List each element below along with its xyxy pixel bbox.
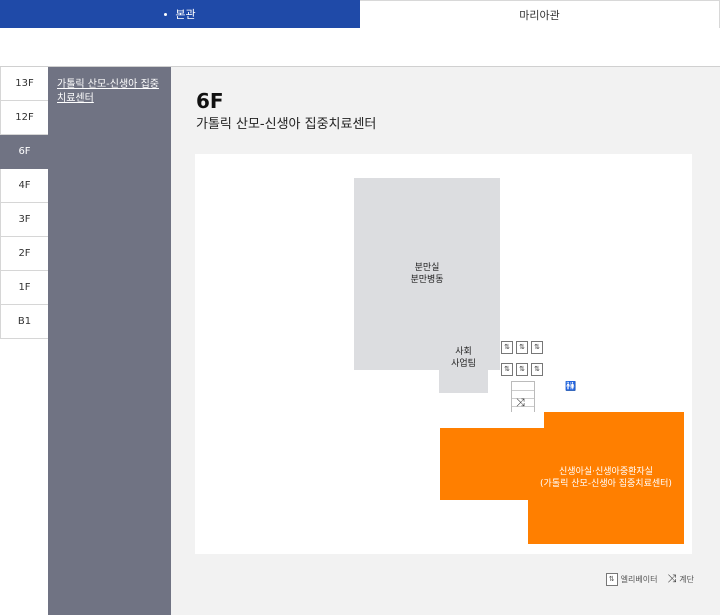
floor-subtitle: 가톨릭 산모-신생아 집중치료센터	[196, 117, 377, 132]
building-tabs: 본관 마리아관	[0, 0, 720, 28]
floor-title: 6F	[196, 89, 224, 113]
map-legend: ⇅ 엘리베이터 ⤨ 계단	[596, 572, 694, 586]
elevator-icon: ⇅	[531, 341, 543, 354]
floor-list: 13F 12F 6F 4F 3F 2F 1F B1	[0, 67, 48, 339]
elevator-icon: ⇅	[516, 341, 528, 354]
floor-item-13f[interactable]: 13F	[0, 67, 48, 101]
tab-maria-building[interactable]: 마리아관	[360, 0, 720, 28]
active-dot-icon	[164, 12, 168, 16]
legend-stairs: ⤨ 계단	[667, 572, 694, 586]
room-social-work[interactable]: 사회 사업팀	[439, 323, 488, 393]
room-social-label-2: 사업팀	[451, 359, 476, 369]
stairs-icon: ⤨	[516, 396, 525, 409]
room-nicu-label-2: (가톨릭 산모-신생아 집중치료센터)	[540, 479, 672, 489]
elevator-icon: ⇅	[531, 363, 543, 376]
department-link-maternal-neonatal[interactable]: 가톨릭 산모-신생아 집중치료센터	[57, 78, 162, 106]
floor-guide: 13F 12F 6F 4F 3F 2F 1F B1 가톨릭 산모-신생아 집중치…	[0, 66, 720, 615]
tab-main-building[interactable]: 본관	[0, 0, 360, 28]
legend-elevator-label: 엘리베이터	[620, 574, 658, 584]
floor-item-b1[interactable]: B1	[0, 305, 48, 339]
elevator-icon: ⇅	[501, 341, 513, 354]
floor-map: 분만실 분만병동 사회 사업팀 ⇅ ⇅ ⇅ ⇅ ⇅ ⇅ ⤨ 🚻 신생아실·신생아…	[195, 154, 692, 554]
room-delivery-label-2: 분만병동	[410, 275, 444, 285]
department-menu: 가톨릭 산모-신생아 집중치료센터	[48, 67, 171, 615]
map-notch	[440, 412, 544, 428]
floor-item-2f[interactable]: 2F	[0, 237, 48, 271]
tab-main-label: 본관	[175, 8, 196, 21]
room-nicu-label-1: 신생아실·신생아중환자실	[559, 467, 653, 477]
elevator-icon: ⇅	[501, 363, 513, 376]
floor-item-3f[interactable]: 3F	[0, 203, 48, 237]
room-social-label-1: 사회	[455, 347, 472, 357]
stair-step	[512, 390, 534, 391]
room-delivery-label-1: 분만실	[414, 263, 440, 273]
elevator-icon: ⇅	[605, 572, 618, 586]
restroom-icon: 🚻	[565, 382, 577, 392]
floor-content: 6F 가톨릭 산모-신생아 집중치료센터 분만실 분만병동 사회 사업팀 ⇅ ⇅…	[171, 67, 720, 615]
legend-elevator: ⇅ 엘리베이터	[605, 572, 658, 586]
floor-item-12f[interactable]: 12F	[0, 101, 48, 135]
tab-maria-label: 마리아관	[519, 8, 560, 22]
floor-item-6f[interactable]: 6F	[0, 135, 48, 169]
elevator-icon: ⇅	[516, 363, 528, 376]
stairs-icon: ⤨	[667, 572, 677, 585]
legend-stairs-label: 계단	[679, 574, 694, 584]
floor-item-1f[interactable]: 1F	[0, 271, 48, 305]
floor-item-4f[interactable]: 4F	[0, 169, 48, 203]
